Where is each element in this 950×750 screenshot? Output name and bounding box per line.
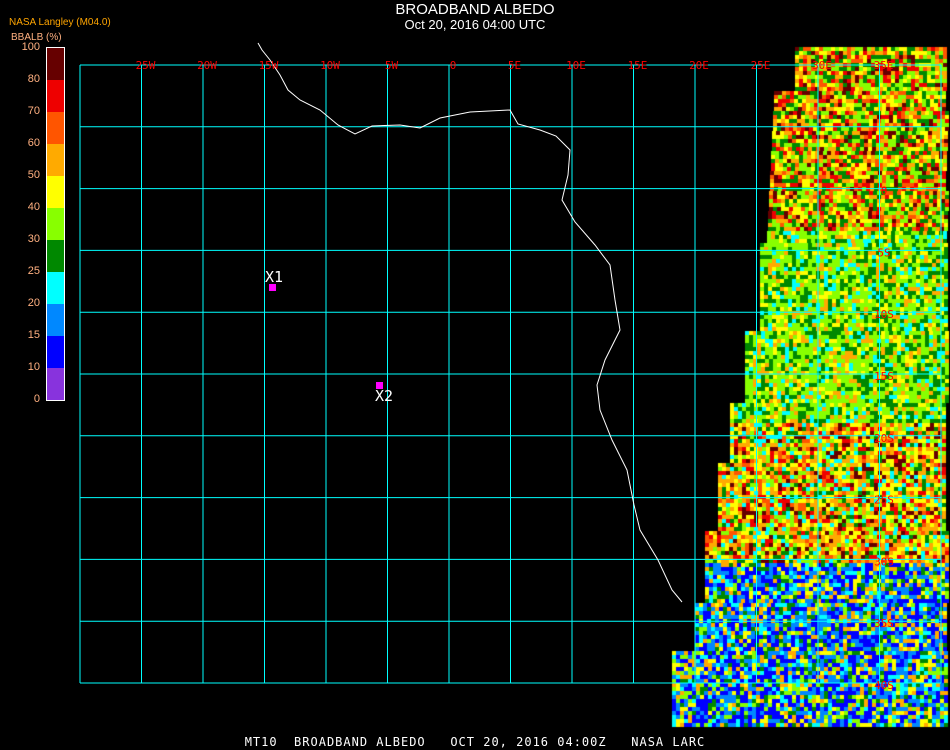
longitude-label: 20E [689,59,709,72]
latitude-label: 20S [874,432,894,445]
colorbar-tick: 80 [27,73,40,85]
colorbar-swatch [47,144,64,176]
colorbar-tick: 20 [27,297,40,309]
colorbar-tick: 70 [27,105,40,117]
latitude-label: 15S [874,370,894,383]
colorbar [46,47,65,401]
colorbar-tick: 30 [27,233,40,245]
longitude-label: 25W [136,59,156,72]
colorbar-tick: 0 [33,393,40,405]
longitude-label: 15E [628,59,648,72]
colorbar-tick: 15 [27,329,40,341]
map-datetime: Oct 20, 2016 04:00 UTC [404,17,546,32]
colorbar-swatch [47,368,64,400]
colorbar-tick: 25 [27,265,40,277]
latitude-label: 35S [874,617,894,630]
colorbar-swatch [47,272,64,304]
colorbar-swatch [47,336,64,368]
latitude-label: 5S [877,246,890,259]
longitude-label: 5E [508,59,521,72]
colorbar-swatch [47,208,64,240]
map-title: BROADBAND ALBEDO [395,1,555,18]
organization-label: NASA Langley (M04.0) [9,17,111,28]
longitude-label: 10E [566,59,586,72]
longitude-label: 15W [259,59,279,72]
latitude-label: 25S [874,494,894,507]
marker-x1[interactable] [269,284,276,291]
latitude-label: 40S [874,679,894,692]
longitude-label: 20W [197,59,217,72]
colorbar-swatch [47,112,64,144]
colorbar-tick: 40 [27,201,40,213]
colorbar-tick: 10 [27,361,40,373]
longitude-label: 10W [320,59,340,72]
longitude-label: 0 [450,59,457,72]
marker-x2-label: X2 [375,387,394,405]
latitude-label: 30S [874,555,894,568]
colorbar-swatch [47,240,64,272]
latitude-label: 10S [874,308,894,321]
map-overlay: 25W 20W 15W 10W 5W 0 5E 10E 15E 20E 25E 30E 35E 0 5S 10… [79,42,942,692]
longitude-label: 5W [385,59,399,72]
colorbar-swatch [47,48,64,80]
longitude-label: 30E [812,59,832,72]
colorbar-tick: 100 [21,41,40,53]
marker-x2[interactable] [376,382,383,389]
colorbar-swatch [47,304,64,336]
longitude-label: 35E [874,59,894,72]
colorbar-tick: 50 [27,169,40,181]
longitude-label: 25E [751,59,771,72]
colorbar-tick: 60 [27,137,40,149]
colorbar-swatch [47,80,64,112]
latitude-label: 0 [881,185,888,198]
colorbar-swatch [47,176,64,208]
footer-caption: MT10 BROADBAND ALBEDO OCT 20, 2016 04:00… [244,735,706,749]
